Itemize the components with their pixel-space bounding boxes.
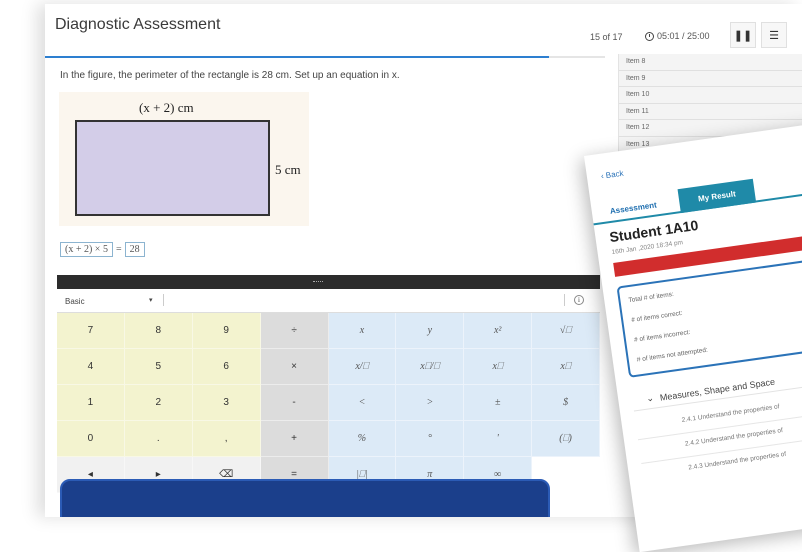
tab-my-result[interactable]: My Result <box>677 178 757 214</box>
keypad-key[interactable]: (⎕) <box>532 421 600 457</box>
keypad-key[interactable]: < <box>328 385 397 421</box>
keypad-key[interactable]: ± <box>464 385 533 421</box>
keypad-key[interactable]: x⎕ <box>532 349 600 385</box>
keypad-key[interactable]: y <box>396 313 465 349</box>
stat-not-attempted: # of items not attempted: <box>636 346 709 364</box>
answer-input[interactable]: (x + 2) × 5 = 28 <box>60 242 145 257</box>
progress-fill <box>45 56 549 58</box>
answer-equals: = <box>115 244 122 255</box>
stat-total: Total # of items: <box>628 290 675 305</box>
figure-length-label: (x + 2) cm <box>139 100 194 115</box>
keypad-key[interactable]: 7 <box>57 313 125 349</box>
question-figure: (x + 2) cm 5 cm <box>59 92 309 226</box>
keypad-key[interactable]: 3 <box>192 385 261 421</box>
keypad-key[interactable]: x⎕ <box>464 349 533 385</box>
keyboard-header: Basic ▾ i <box>57 289 600 313</box>
keypad-key[interactable]: 0 <box>57 421 125 457</box>
keypad-key[interactable]: > <box>396 385 465 421</box>
keypad-key[interactable]: ÷ <box>260 313 329 349</box>
keypad-key[interactable]: - <box>260 385 329 421</box>
timer: 05:01 / 25:00 <box>645 31 710 41</box>
math-keypad: 7 8 9 ÷ x y x² √⎕ 4 5 6 × x/⎕ x⎕/⎕ x⎕ x⎕ 1 2 3- < > ± $0., +% ° '… <box>57 313 600 493</box>
pause-button[interactable]: ❚❚ <box>730 22 756 48</box>
keypad-key[interactable]: 8 <box>124 313 193 349</box>
stat-correct: # of items correct: <box>630 309 683 324</box>
keypad-key[interactable]: x² <box>464 313 533 349</box>
keypad-key[interactable]: √⎕ <box>532 313 600 349</box>
answer-right: 28 <box>124 242 145 257</box>
keypad-key[interactable]: 2 <box>124 385 193 421</box>
keypad-key[interactable]: × <box>260 349 329 385</box>
question-text: In the figure, the perimeter of the rect… <box>60 70 400 81</box>
keypad-key[interactable]: 1 <box>57 385 125 421</box>
keypad-key[interactable]: 9 <box>192 313 261 349</box>
keypad-key[interactable]: , <box>192 421 261 457</box>
list-icon: ☰ <box>769 29 779 42</box>
timer-text: 05:01 / 25:00 <box>657 31 710 41</box>
keypad-key[interactable]: . <box>124 421 193 457</box>
section-title: Measures, Shape and Space <box>659 376 776 403</box>
clock-icon <box>645 31 654 41</box>
bottom-toolbar <box>60 479 550 517</box>
keypad-key[interactable]: x/⎕ <box>328 349 397 385</box>
keypad-key[interactable]: % <box>328 421 397 457</box>
item-list-row[interactable]: Item 9 <box>619 71 802 87</box>
grip-icon <box>313 281 323 283</box>
keyboard-mode-select[interactable]: Basic <box>65 297 85 306</box>
figure-width-label: 5 cm <box>275 162 301 177</box>
keypad-key[interactable]: + <box>260 421 329 457</box>
page-title: Diagnostic Assessment <box>55 16 221 33</box>
pause-icon: ❚❚ <box>733 29 753 42</box>
keypad-key[interactable]: $ <box>532 385 600 421</box>
item-list-row[interactable]: Item 8 <box>619 54 802 71</box>
keypad-key[interactable]: x⎕/⎕ <box>396 349 465 385</box>
item-list-row[interactable]: Item 11 <box>619 104 802 120</box>
divider <box>163 294 164 306</box>
stat-incorrect: # of items incorrect: <box>633 328 691 344</box>
rectangle-shape <box>75 120 270 216</box>
item-list-row[interactable]: Item 10 <box>619 87 802 104</box>
keypad-key[interactable]: ° <box>396 421 465 457</box>
item-counter: 15 of 17 <box>590 32 623 42</box>
info-icon[interactable]: i <box>574 295 584 305</box>
tab-assessment[interactable]: Assessment <box>609 200 657 215</box>
keypad-key[interactable]: x <box>328 313 397 349</box>
keyboard-drag-handle[interactable] <box>57 275 600 289</box>
chevron-down-icon[interactable]: ▾ <box>149 296 153 304</box>
keypad-key[interactable]: 4 <box>57 349 125 385</box>
answer-left: (x + 2) × 5 <box>60 242 113 257</box>
chevron-down-icon: ⌄ <box>645 392 655 404</box>
keypad-key[interactable]: ' <box>464 421 533 457</box>
divider <box>564 294 565 306</box>
item-list-button[interactable]: ☰ <box>761 22 787 48</box>
keypad-key[interactable]: 5 <box>124 349 193 385</box>
back-link[interactable]: ‹ Back <box>600 169 624 181</box>
progress-bar <box>45 56 605 58</box>
keypad-key[interactable]: 6 <box>192 349 261 385</box>
